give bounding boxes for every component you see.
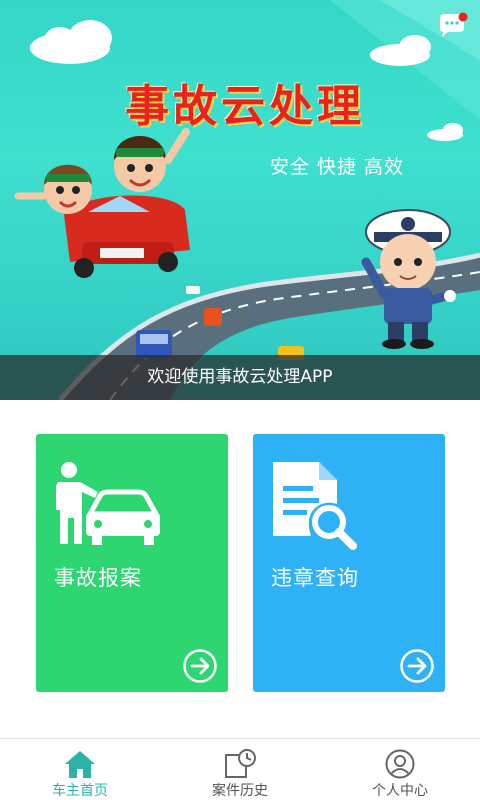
accident-report-tile[interactable]: 事故报案: [36, 434, 228, 692]
history-icon: [225, 749, 256, 778]
banner[interactable]: 事故云处理 安全 快捷 高效 欢迎使用事故云处理APP: [0, 0, 480, 400]
violation-query-label: 违章查询: [271, 566, 359, 590]
arrow-right-icon[interactable]: [399, 648, 435, 684]
document-search-icon: [273, 462, 357, 550]
bottom-nav: 车主首页 案件历史 个人中心: [0, 738, 480, 800]
arrow-right-icon[interactable]: [182, 648, 218, 684]
nav-label-profile: 个人中心: [372, 783, 428, 799]
violation-query-tile[interactable]: 违章查询: [253, 434, 445, 692]
person-car-icon: [56, 462, 161, 545]
banner-slogan: 安全 快捷 高效: [269, 156, 405, 178]
nav-label-home: 车主首页: [52, 783, 108, 799]
accident-report-label: 事故报案: [54, 566, 142, 590]
app-screen: 事故云处理 安全 快捷 高效 欢迎使用事故云处理APP 事故报案 违章查询 车主…: [0, 0, 480, 800]
banner-title: 事故云处理: [125, 81, 365, 132]
home-icon: [65, 751, 95, 778]
banner-caption: 欢迎使用事故云处理APP: [0, 355, 480, 400]
nav-item-history[interactable]: 案件历史: [160, 739, 320, 800]
nav-item-home[interactable]: 车主首页: [0, 739, 160, 800]
nav-label-history: 案件历史: [212, 783, 268, 799]
chat-bubble-icon[interactable]: [436, 12, 468, 40]
nav-item-profile[interactable]: 个人中心: [320, 739, 480, 800]
unread-dot: [458, 12, 468, 22]
banner-illustration: [14, 0, 480, 400]
user-icon: [385, 749, 415, 779]
